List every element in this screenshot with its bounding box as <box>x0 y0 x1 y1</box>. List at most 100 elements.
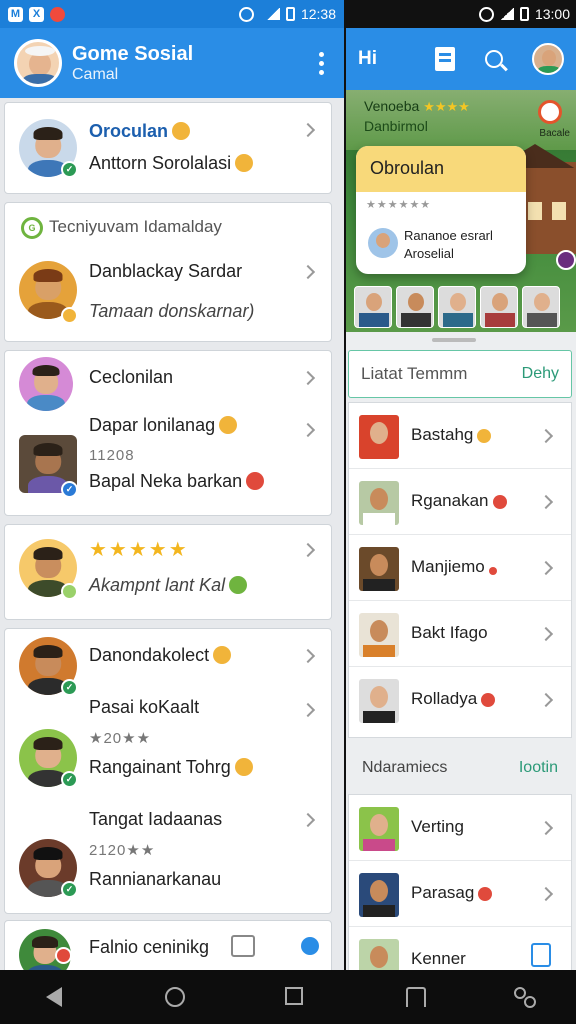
location-pin-icon[interactable] <box>538 100 562 124</box>
avatar <box>368 228 398 258</box>
chevron-right-icon <box>538 626 554 642</box>
list-item[interactable]: G Tecniyuvam Idamalday Danblackay Sardar… <box>4 202 332 342</box>
chevron-right-icon <box>300 422 316 438</box>
avatar <box>359 679 399 723</box>
chevron-right-icon <box>538 886 554 902</box>
thumbnail[interactable] <box>354 286 392 328</box>
thumbnail[interactable] <box>480 286 518 328</box>
list-item[interactable]: Kenner <box>349 927 571 970</box>
section-title: Ndaramiecs <box>362 759 448 776</box>
status-time-left: 12:38 <box>300 6 336 22</box>
status-dot-icon <box>556 250 576 270</box>
thumbnail[interactable] <box>438 286 476 328</box>
emoji-icon <box>235 154 254 172</box>
right-panel: Hi Venoeba ★★★★ Danbirmol Bacale Obroula… <box>346 28 576 970</box>
contact-name: Oroculan <box>89 121 169 141</box>
status-bar-right: 13:00 <box>346 0 576 28</box>
status-bar-left: M X 12:38 <box>0 0 344 28</box>
chevron-right-icon <box>300 264 316 280</box>
avatar <box>19 357 73 411</box>
contact-name: Pasai koKaalt <box>89 697 200 717</box>
contact-message: Rangainant Tohrg <box>89 757 231 777</box>
left-panel: Gome Sosial Camal ✓ Oroculan Anttorn Sor… <box>0 28 344 970</box>
banner-tag: Bacale <box>539 128 570 139</box>
rating-stars: ★★★★★ <box>89 539 189 561</box>
link-icon[interactable] <box>514 987 538 1009</box>
avatar[interactable] <box>532 43 564 75</box>
list-item[interactable]: Verting <box>349 795 571 861</box>
banner-subtitle: Danbirmol <box>364 118 428 134</box>
list-item[interactable]: Rolladya <box>349 667 571 733</box>
emoji-icon <box>172 122 191 140</box>
featured-banner[interactable]: Venoeba ★★★★ Danbirmol Bacale Obroulan ★… <box>346 90 576 332</box>
right-header: Hi <box>346 28 576 90</box>
list-item-label: Kenner <box>411 949 466 968</box>
list-item[interactable]: Bastahg <box>349 403 571 469</box>
thumbnail[interactable] <box>396 286 434 328</box>
chevron-right-icon <box>538 494 554 510</box>
avatar[interactable] <box>14 39 62 87</box>
banner-stars: ★★★★ <box>423 99 470 114</box>
avatar <box>359 613 399 657</box>
recent-apps-icon[interactable] <box>285 987 303 1005</box>
app-header: Gome Sosial Camal <box>0 28 344 98</box>
list-item[interactable]: ✓ Danondakolect ✓ Pasai koKaalt ★20★★ Ra… <box>4 628 332 914</box>
share-icon[interactable] <box>406 987 426 1007</box>
action-icon[interactable] <box>301 937 319 955</box>
list-item[interactable]: Parasag <box>349 861 571 927</box>
contact-name: Ceclonilan <box>89 367 174 387</box>
contact-message: Akampnt lant Kal <box>89 575 226 595</box>
list-item[interactable]: Falnio ceninikg <box>4 920 332 970</box>
signal-icon <box>265 8 280 20</box>
emoji-icon <box>481 693 496 707</box>
list-item[interactable]: ★★★★★ Akampnt lant Kal <box>4 524 332 620</box>
popup-line-1: Rananoe esrarl <box>404 228 493 243</box>
popup-card[interactable]: Obroulan ★★★★★★ Rananoe esrarl Aroselial <box>356 146 526 274</box>
signal-icon <box>499 8 514 20</box>
dot-icon <box>488 567 497 575</box>
list-item[interactable]: Manjiemo <box>349 535 571 601</box>
battery-icon <box>285 7 295 21</box>
search-action-button[interactable]: Dehy <box>522 365 559 383</box>
list-item[interactable]: Ceclonilan ✓ Dapar lonilanag 11208 Bapal… <box>4 350 332 516</box>
verified-icon: ✓ <box>61 679 78 696</box>
card-header: Tecniyuvam Idamalday <box>49 217 222 236</box>
thumbnail[interactable] <box>522 286 560 328</box>
avatar <box>359 547 399 591</box>
list-item[interactable]: Rganakan <box>349 469 571 535</box>
contact-name: Tangat Iadaanas <box>89 809 223 829</box>
badge-icon <box>55 947 72 964</box>
alarm-icon <box>238 6 254 22</box>
more-options-icon[interactable] <box>313 46 330 81</box>
alarm-icon <box>478 6 494 22</box>
section-action-button[interactable]: Iootin <box>519 759 558 777</box>
emoji-icon <box>213 646 232 664</box>
popup-title: Obroulan <box>356 146 526 192</box>
chevron-right-icon <box>538 820 554 836</box>
badge-icon <box>61 307 78 324</box>
header-label[interactable]: Hi <box>358 48 377 70</box>
search-input[interactable]: Liatat Temmm Dehy <box>348 350 572 398</box>
thumbnail-strip <box>354 286 560 328</box>
list-item[interactable]: ✓ Oroculan Anttorn Sorolalasi <box>4 102 332 194</box>
emoji-icon <box>234 758 253 776</box>
list-item-label: Rganakan <box>411 491 489 510</box>
list-item-label: Rolladya <box>411 689 478 708</box>
document-icon[interactable] <box>435 47 455 71</box>
chevron-right-icon <box>538 560 554 576</box>
search-icon[interactable] <box>485 50 503 68</box>
drag-handle[interactable] <box>432 338 476 342</box>
section-header: Ndaramiecs Iootin <box>348 744 572 792</box>
document-icon[interactable] <box>531 943 551 967</box>
home-icon[interactable] <box>165 987 185 1007</box>
emoji-icon <box>492 495 507 509</box>
avatar <box>359 939 399 970</box>
avatar <box>359 481 399 525</box>
avatar <box>359 415 399 459</box>
popup-stars: ★★★★★★ <box>366 199 432 211</box>
list-item[interactable]: Bakt Ifago <box>349 601 571 667</box>
edit-icon[interactable] <box>231 935 255 957</box>
back-icon[interactable] <box>46 987 62 1007</box>
chevron-right-icon <box>300 648 316 664</box>
chevron-right-icon <box>538 428 554 444</box>
